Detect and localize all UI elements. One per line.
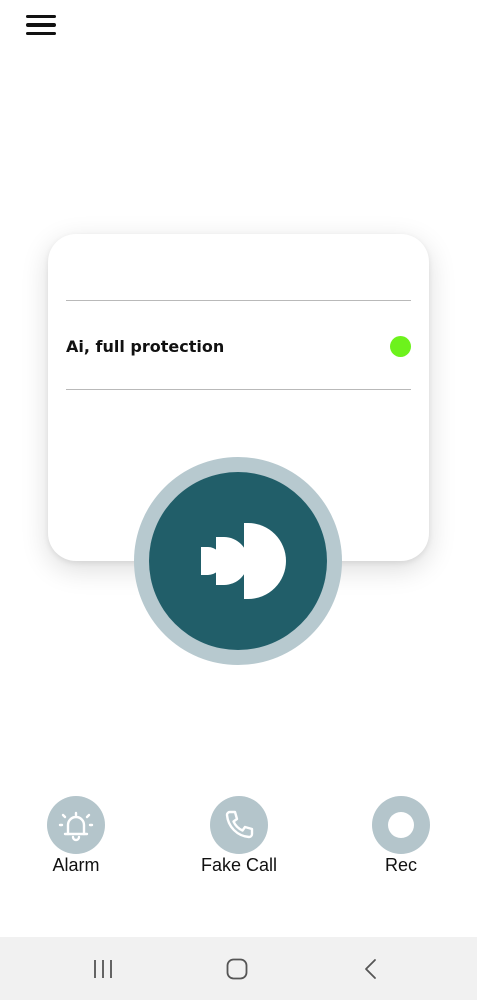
sound-waves-icon [201, 523, 286, 599]
alarm-button[interactable]: Alarm [21, 796, 131, 876]
main-button-inner [149, 472, 327, 650]
back-button[interactable] [351, 953, 391, 985]
alarm-circle [47, 796, 105, 854]
back-icon [365, 959, 376, 979]
status-indicator-dot [390, 335, 411, 357]
fake-call-button[interactable]: Fake Call [184, 796, 294, 876]
menu-bar [26, 14, 56, 19]
record-icon [388, 812, 414, 838]
home-button[interactable] [217, 953, 257, 985]
protection-mode-row[interactable]: Ai, full protection [66, 324, 411, 368]
system-nav-bar [0, 937, 477, 1000]
menu-bar [26, 23, 56, 27]
protection-mode-label: Ai, full protection [66, 336, 225, 356]
recents-button[interactable] [83, 953, 123, 985]
main-activate-button[interactable] [134, 457, 342, 665]
home-icon [226, 958, 248, 980]
card-divider-bottom [66, 389, 411, 390]
rec-circle [372, 796, 430, 854]
recents-icon [94, 960, 112, 978]
alarm-label: Alarm [52, 855, 100, 875]
menu-bar [26, 31, 56, 36]
rec-button[interactable]: Rec [346, 796, 456, 876]
fake-call-circle [210, 796, 268, 854]
hamburger-menu-icon[interactable] [26, 10, 62, 40]
card-divider-top [66, 300, 411, 301]
rec-label: Rec [384, 855, 417, 875]
phone-icon [225, 810, 254, 839]
fake-call-label: Fake Call [200, 855, 278, 875]
bell-icon [58, 811, 94, 842]
app-screen: Ai, full protection Alarm Fake Call Rec [0, 0, 477, 1000]
